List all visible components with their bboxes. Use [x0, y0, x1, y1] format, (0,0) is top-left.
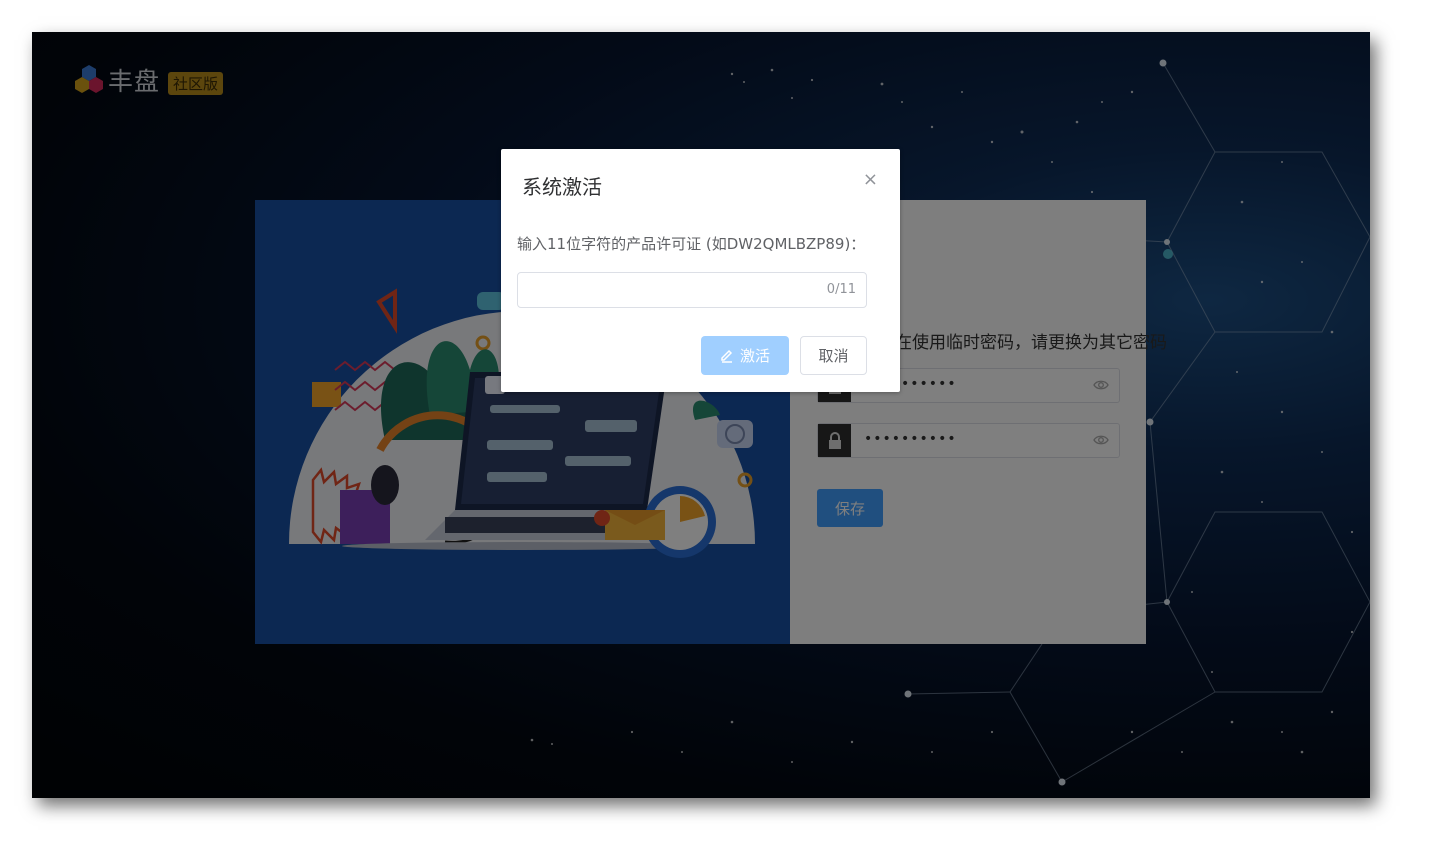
activation-dialog: 系统激活 × 输入11位字符的产品许可证 (如DW2QMLBZP89)： 0/1…	[501, 149, 900, 392]
license-input-wrapper[interactable]: 0/11	[517, 272, 867, 308]
close-icon[interactable]: ×	[863, 171, 878, 189]
license-input[interactable]	[528, 278, 812, 302]
dialog-title: 系统激活	[522, 175, 602, 199]
activate-label: 激活	[739, 347, 770, 365]
app-screen: 丰盘 社区版	[32, 32, 1370, 798]
license-label: 输入11位字符的产品许可证 (如DW2QMLBZP89)：	[517, 235, 866, 253]
cancel-button[interactable]: 取消	[800, 336, 867, 375]
activate-button[interactable]: 激活	[701, 336, 789, 375]
edit-icon	[720, 349, 734, 363]
char-counter: 0/11	[826, 282, 856, 297]
modal-overlay[interactable]	[32, 32, 1370, 798]
